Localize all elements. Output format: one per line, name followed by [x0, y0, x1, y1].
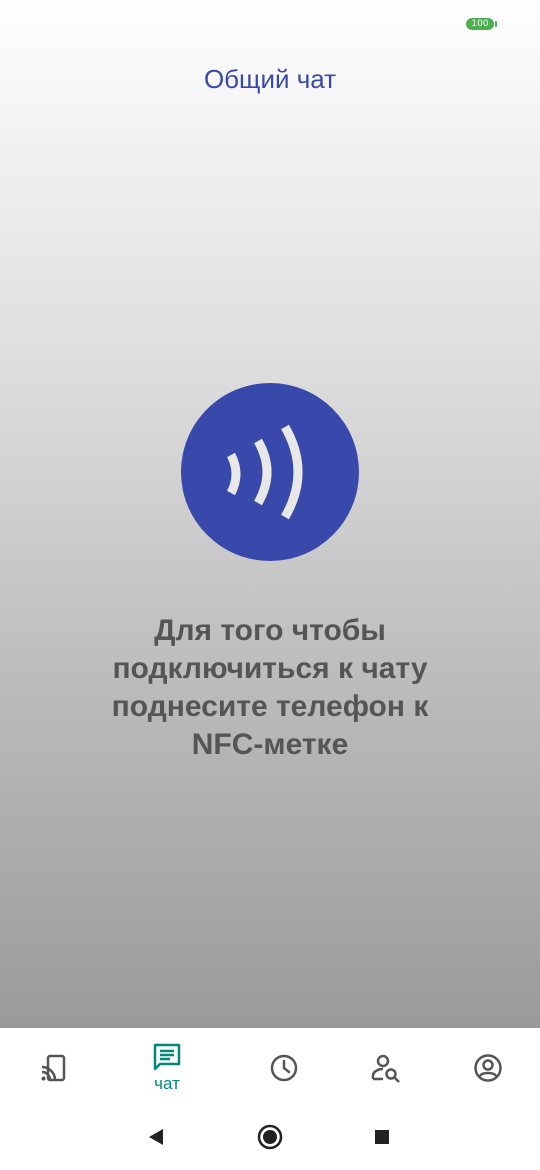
back-icon[interactable] — [146, 1124, 166, 1150]
battery-indicator: 100 — [466, 18, 497, 30]
recents-icon[interactable] — [373, 1124, 391, 1150]
nfc-instruction-text: Для того чтобы подключиться к чату подне… — [111, 614, 429, 761]
clock-icon — [270, 1054, 298, 1082]
status-bar: 100 — [0, 0, 540, 48]
nav-item-account[interactable] — [434, 1028, 540, 1108]
nav-item-user-search[interactable] — [332, 1028, 440, 1108]
nav-item-chat[interactable]: чат — [113, 1028, 221, 1108]
user-search-icon — [371, 1054, 400, 1083]
home-icon[interactable] — [257, 1124, 283, 1150]
nfc-icon — [181, 383, 359, 561]
nav-item-cast[interactable] — [0, 1028, 108, 1108]
page-title: Общий чат — [203, 64, 337, 94]
main-screen: 100 Общий чат Для того чтобы подключитьс… — [0, 0, 540, 1028]
system-navigation-bar — [0, 1108, 540, 1170]
chat-icon — [153, 1043, 181, 1071]
nav-item-history[interactable] — [230, 1028, 338, 1108]
account-icon — [474, 1054, 502, 1082]
nav-label-chat: чат — [154, 1074, 180, 1093]
cast-icon — [41, 1054, 66, 1082]
bottom-navigation: чат — [0, 1028, 540, 1108]
